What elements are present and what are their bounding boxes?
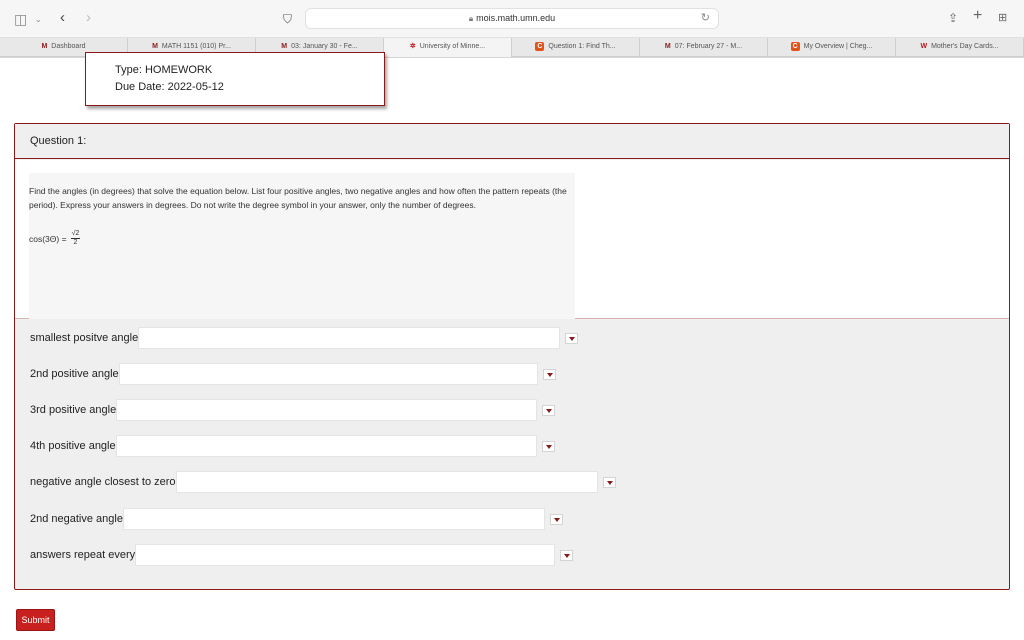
tab-label: 03: January 30 - Fe... [291, 43, 358, 50]
share-icon[interactable]: ⇪ [948, 11, 958, 25]
umn-seal-icon: ✲ [409, 43, 416, 50]
tab-overview-icon[interactable]: ⊞ [998, 11, 1007, 25]
tab-item[interactable]: C My Overview | Cheg... [768, 38, 896, 57]
equation-fraction: √2 2 [70, 230, 81, 247]
dropdown-arrow-icon[interactable] [541, 440, 555, 452]
answer-label: 2nd positive angle [30, 368, 119, 380]
dropdown-arrow-icon[interactable] [560, 549, 574, 561]
chegg-icon: C [790, 42, 800, 51]
equation-denominator: 2 [73, 239, 78, 246]
address-url: mois.math.umn.edu [476, 13, 556, 23]
chevron-down-icon[interactable]: ⌄ [35, 13, 42, 27]
answer-row: answers repeat every [30, 544, 574, 566]
answer-row: smallest positve angle [30, 327, 579, 349]
answer-label: answers repeat every [30, 549, 136, 561]
lock-icon: 🔒︎ [468, 14, 474, 23]
question-content: Find the angles (in degrees) that solve … [29, 173, 575, 319]
answer-row: 4th positive angle [30, 435, 555, 457]
answer-dropdown[interactable] [175, 471, 598, 493]
assignment-type: Type: HOMEWORK [115, 64, 213, 76]
new-tab-icon[interactable]: + [973, 8, 982, 24]
tab-label: My Overview | Cheg... [803, 43, 873, 50]
dropdown-arrow-icon[interactable] [549, 513, 563, 525]
submit-button[interactable]: Submit [16, 609, 55, 631]
walgreens-icon: W [920, 43, 928, 50]
answer-row: negative angle closest to zero [30, 471, 616, 493]
tab-label: 07: February 27 - M... [674, 43, 743, 50]
question-header: Question 1: [15, 124, 1009, 159]
equation-lhs: cos(3Θ) = [29, 233, 67, 244]
assignment-info-card: Type: HOMEWORK Due Date: 2022-05-12 [85, 52, 385, 106]
answer-dropdown[interactable] [115, 435, 537, 457]
answer-dropdown[interactable] [138, 327, 561, 349]
answer-label: 2nd negative angle [30, 513, 123, 525]
answer-label: 3rd positive angle [30, 404, 117, 416]
answer-row: 2nd negative angle [30, 508, 563, 530]
chegg-icon: C [535, 42, 545, 51]
tab-label: University of Minne... [419, 43, 486, 50]
answer-dropdown[interactable] [135, 544, 556, 566]
page-content: Type: HOMEWORK Due Date: 2022-05-12 Ques… [0, 52, 1024, 640]
dropdown-arrow-icon[interactable] [565, 332, 579, 344]
answer-label: smallest positve angle [30, 332, 139, 344]
address-bar[interactable]: 🔒︎ mois.math.umn.edu ↻ [305, 8, 719, 29]
dropdown-arrow-icon[interactable] [542, 368, 556, 380]
answer-dropdown[interactable] [116, 399, 538, 421]
tab-label: Question 1: Find Th... [548, 43, 616, 50]
tab-item-active[interactable]: ✲ University of Minne... [384, 38, 512, 57]
browser-toolbar: ◫ ⌄ ‹ › ⛉ 🔒︎ mois.math.umn.edu ↻ ⇪ + ⊞ [0, 0, 1024, 38]
dropdown-arrow-icon[interactable] [602, 476, 616, 488]
tab-label: Mother's Day Cards... [931, 43, 999, 50]
sidebar-toggle-icon[interactable]: ◫ [14, 12, 27, 26]
question-equation: cos(3Θ) = √2 2 [29, 230, 575, 247]
tab-label: MATH 1151 (010) Pr... [161, 43, 231, 50]
reload-icon[interactable]: ↻ [701, 9, 710, 28]
answer-label: 4th positive angle [30, 440, 116, 452]
umn-m-icon: M [41, 43, 48, 50]
forward-icon[interactable]: › [86, 10, 91, 25]
equation-numerator: √2 [70, 230, 81, 239]
answer-label: negative angle closest to zero [30, 476, 176, 488]
tab-item[interactable]: C Question 1: Find Th... [512, 38, 640, 57]
answer-row: 3rd positive angle [30, 399, 556, 421]
shield-icon[interactable]: ⛉ [283, 12, 292, 26]
question-prompt: Find the angles (in degrees) that solve … [29, 186, 567, 210]
answer-row: 2nd positive angle [30, 363, 556, 385]
answer-dropdown[interactable] [122, 508, 545, 530]
umn-m-icon: M [664, 43, 671, 50]
question-panel: Question 1: Find the angles (in degrees)… [14, 123, 1010, 590]
tab-item[interactable]: M 07: February 27 - M... [640, 38, 768, 57]
question-body: Find the angles (in degrees) that solve … [15, 160, 1009, 319]
answer-dropdown[interactable] [118, 363, 538, 385]
dropdown-arrow-icon[interactable] [542, 404, 556, 416]
back-icon[interactable]: ‹ [60, 10, 65, 25]
tab-item[interactable]: W Mother's Day Cards... [896, 38, 1024, 57]
assignment-due-date: Due Date: 2022-05-12 [115, 81, 224, 93]
tab-label: Dashboard [51, 43, 86, 50]
